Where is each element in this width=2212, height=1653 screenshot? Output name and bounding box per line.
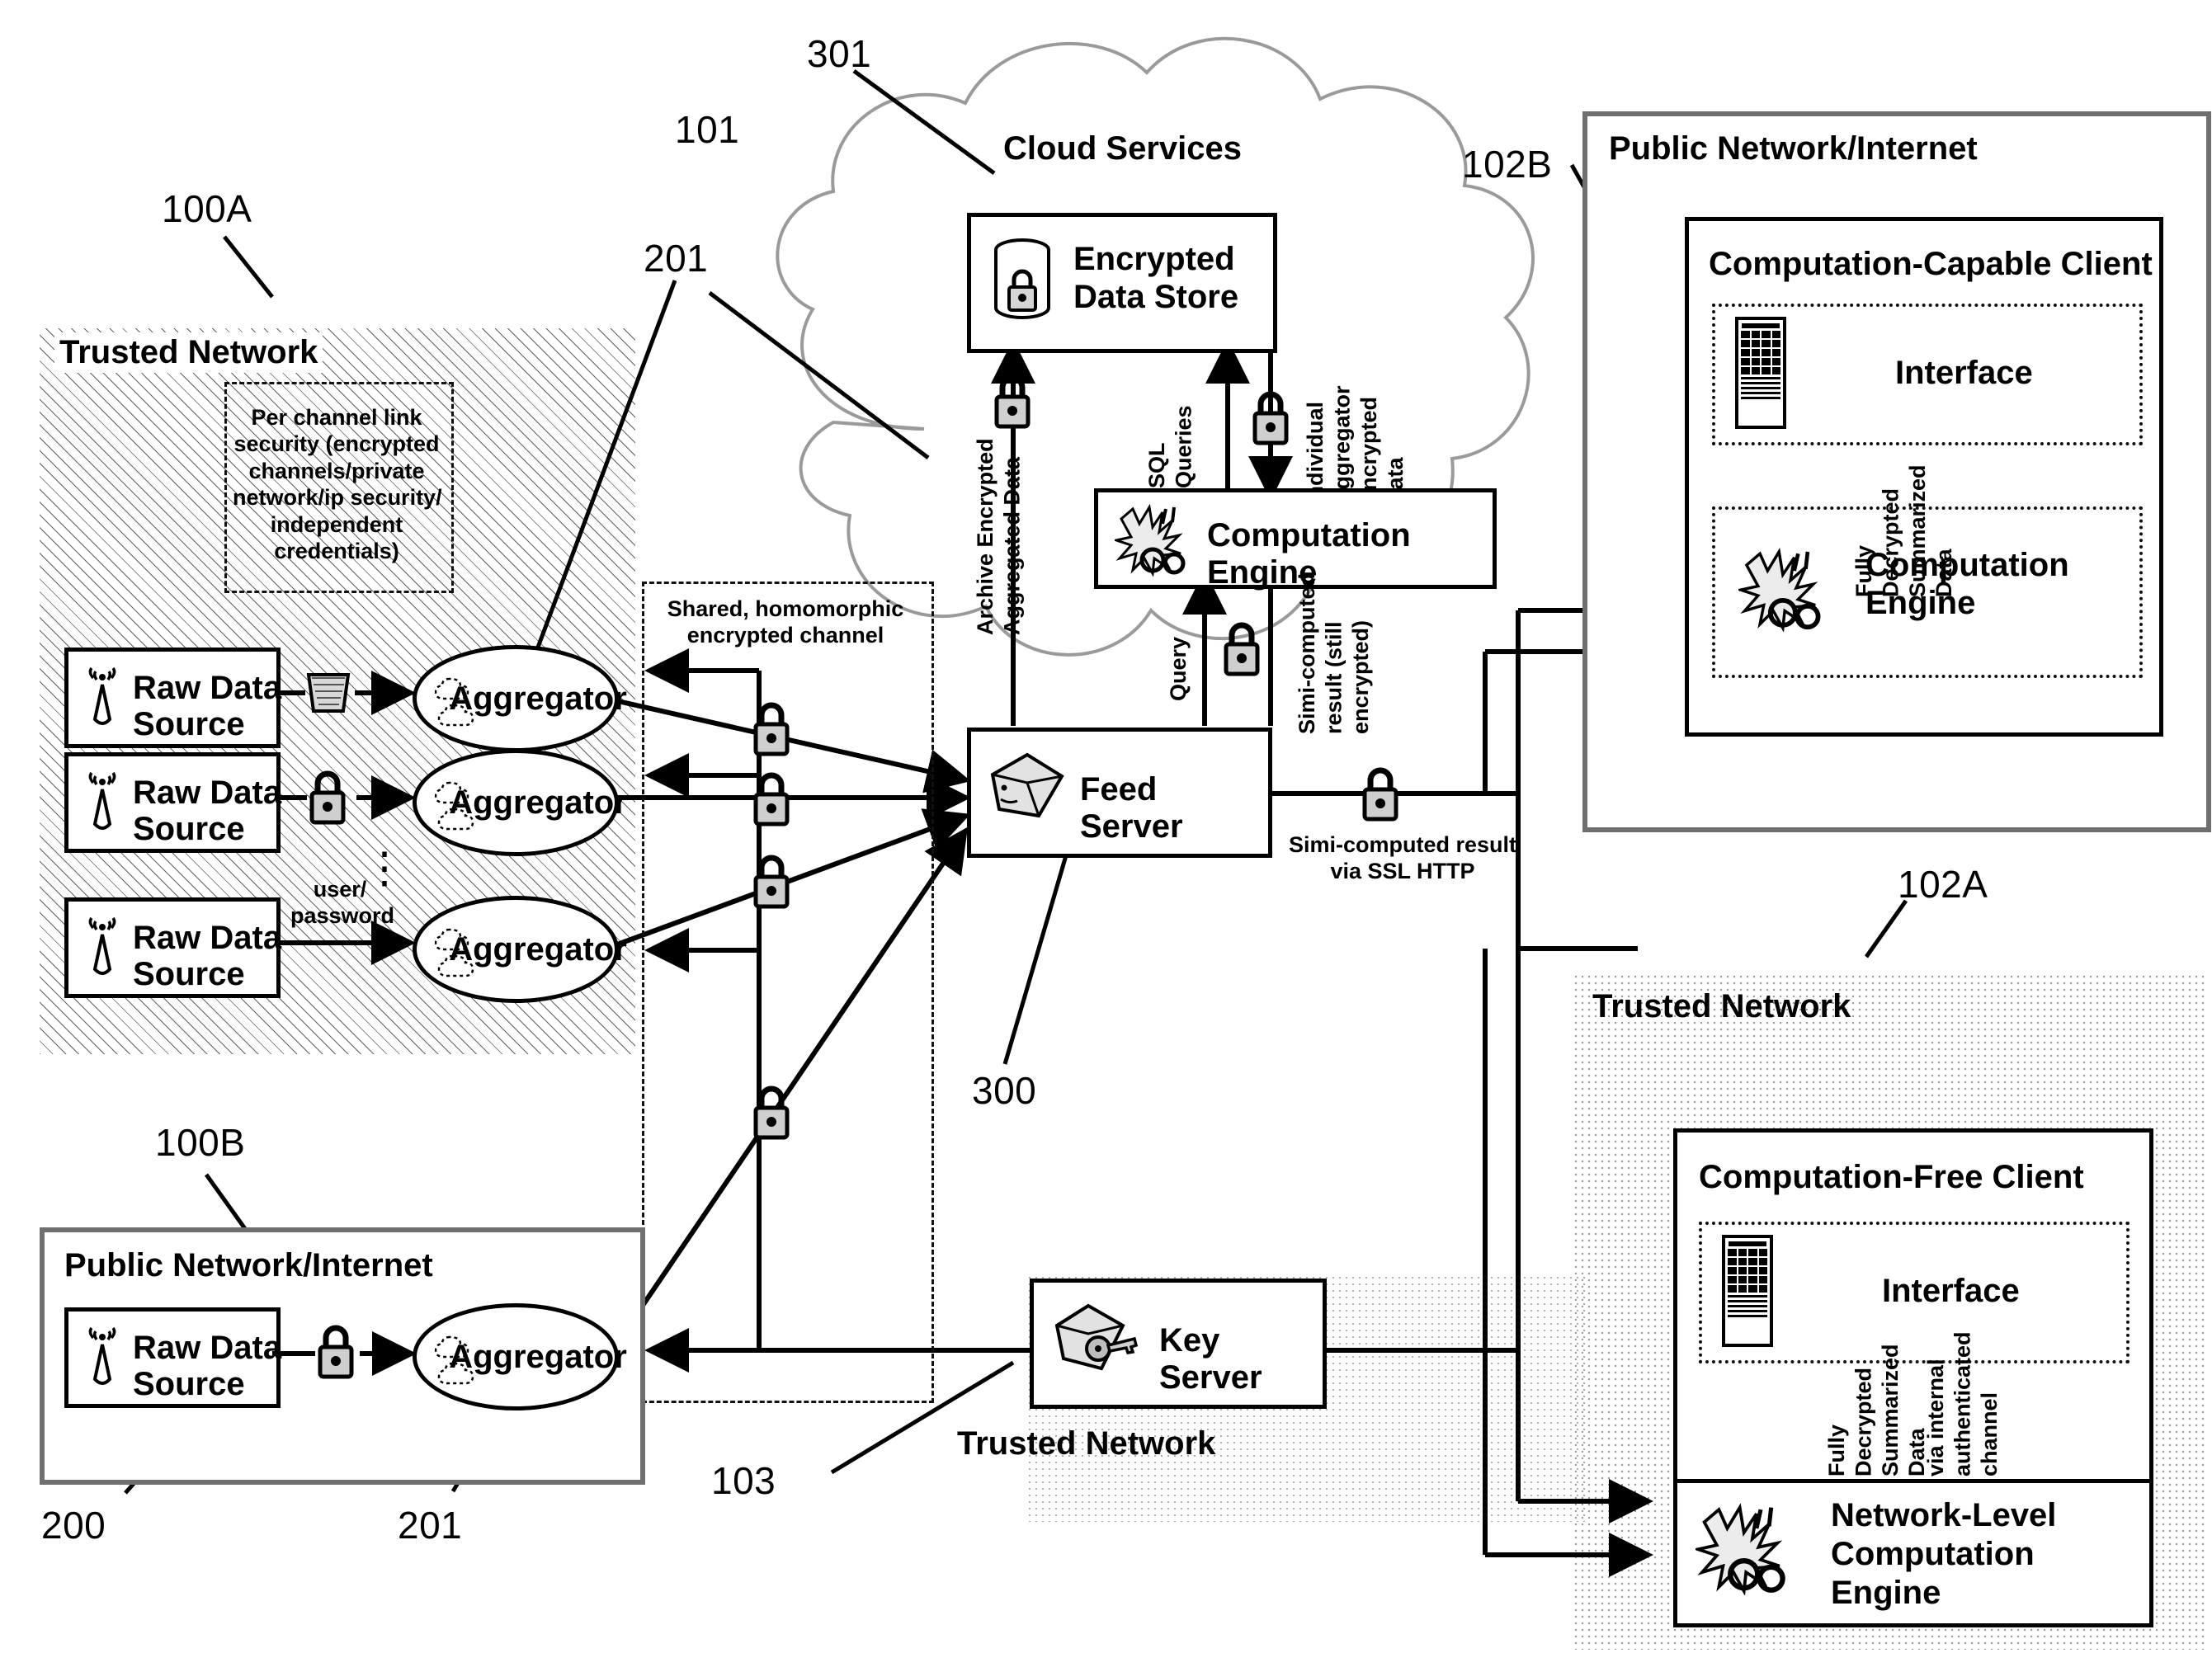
computation-free-client-title: Computation-Free Client	[1699, 1159, 2084, 1195]
mobile-device-icon	[1735, 317, 1786, 429]
ref-102B: 102B	[1462, 143, 1553, 186]
sql-queries-label: SQL Queries	[1144, 405, 1196, 488]
shared-homomorphic-channel-label: Shared, homomorphic encrypted channel	[667, 596, 904, 648]
ref-201-top: 201	[644, 237, 709, 280]
computation-free-interface-label: Interface	[1882, 1273, 2020, 1309]
cloud-cluster-icon	[434, 773, 489, 838]
ref-300: 300	[972, 1069, 1037, 1112]
encrypted-data-store[interactable]: Encrypted Data Store	[967, 213, 1277, 353]
computation-capable-interface-label: Interface	[1895, 355, 2033, 391]
raw-data-source-3-label: Raw Data Source	[133, 920, 282, 992]
computation-capable-engine-label: Computation Engine	[1865, 547, 2069, 621]
trusted-network-right-title: Trusted Network	[1592, 988, 1851, 1024]
ref-200: 200	[41, 1504, 106, 1547]
query-label: Query	[1166, 636, 1191, 701]
key-server[interactable]: Key Server	[1030, 1279, 1327, 1409]
raw-data-source-1-label: Raw Data Source	[133, 670, 282, 742]
fully-decrypted-summarized-data-label-102a: Fully Decrypted Summarized Data	[1824, 1344, 1930, 1476]
via-internal-authenticated-channel-label: via internal authenticated channel	[1923, 1331, 2002, 1476]
individual-aggregator-encrypted-data-label: Individual Aggregator Encrypted Data	[1303, 385, 1408, 506]
semi-computed-result-label: Simi-computed result (still encrypted)	[1295, 572, 1373, 734]
tower-icon	[80, 1326, 125, 1389]
feed-server-label: Feed Server	[1080, 771, 1183, 845]
raw-data-source-1[interactable]: Raw Data Source	[64, 648, 281, 748]
computation-capable-client[interactable]: Computation-Capable Client Interface Ful…	[1685, 217, 2163, 737]
raw-data-source-4[interactable]: Raw Data Source	[64, 1307, 281, 1408]
gears-computation-icon	[1111, 502, 1192, 581]
ref-101: 101	[675, 108, 740, 151]
shield-icon	[304, 670, 353, 720]
padlock-icon	[315, 1320, 356, 1387]
tower-icon	[80, 771, 125, 834]
computation-capable-client-title: Computation-Capable Client	[1709, 246, 2153, 282]
padlock-icon	[992, 370, 1033, 436]
aggregator-3[interactable]: Aggregator	[413, 896, 627, 1003]
raw-data-source-3[interactable]: Raw Data Source	[64, 897, 281, 998]
padlock-icon	[751, 1081, 792, 1147]
trusted-network-left-title: Trusted Network	[54, 332, 323, 373]
feed-server[interactable]: Feed Server	[967, 728, 1272, 858]
database-lock-icon	[989, 237, 1055, 328]
ref-100A: 100A	[162, 187, 252, 230]
encrypted-data-store-label: Encrypted Data Store	[1073, 241, 1239, 315]
network-level-computation-engine[interactable]: Network-Level Computation Engine	[1673, 1479, 2153, 1627]
user-password-label: user/ password	[290, 877, 395, 929]
tower-icon	[80, 916, 125, 979]
computation-capable-client-engine[interactable]: Computation Engine	[1712, 506, 2143, 678]
cloud-cluster-icon	[434, 1327, 489, 1392]
per-channel-link-text: Per channel link security (encrypted cha…	[233, 405, 442, 563]
aggregator-4[interactable]: Aggregator	[413, 1303, 627, 1410]
ref-100B: 100B	[155, 1121, 246, 1164]
public-network-bottom-left-title: Public Network/Internet	[64, 1247, 433, 1283]
padlock-icon	[1221, 617, 1262, 684]
raw-data-source-2-label: Raw Data Source	[133, 775, 282, 847]
ref-301: 301	[807, 32, 872, 75]
archive-encrypted-aggregated-data-label: Archive Encrypted Aggregated Data	[973, 438, 1025, 635]
cloud-computation-engine-label: Computation Engine	[1207, 517, 1411, 591]
tower-icon	[80, 666, 125, 729]
cloud-cluster-icon	[434, 669, 489, 734]
padlock-icon	[307, 765, 348, 832]
padlock-icon	[751, 697, 792, 764]
key-server-network-title: Trusted Network	[957, 1425, 1216, 1462]
aggregator-2[interactable]: Aggregator	[413, 749, 627, 856]
aggregator-1[interactable]: Aggregator	[413, 645, 627, 752]
key-server-icon	[1052, 1301, 1143, 1384]
mobile-device-icon	[1722, 1235, 1773, 1347]
gears-computation-icon	[1691, 1501, 1795, 1599]
raw-data-source-4-label: Raw Data Source	[133, 1330, 282, 1402]
gears-computation-icon	[1735, 546, 1829, 636]
cloud-services-title: Cloud Services	[1003, 130, 1243, 167]
server-cube-icon	[988, 750, 1067, 831]
cloud-cluster-icon	[434, 920, 489, 985]
ref-102A: 102A	[1898, 863, 1988, 906]
patent-figure: 100A 101 301 201 102B 102A 100B 200 201 …	[0, 0, 2212, 1653]
padlock-icon	[751, 850, 792, 916]
padlock-icon	[1250, 386, 1291, 453]
public-network-right-title: Public Network/Internet	[1609, 130, 1978, 167]
key-server-label: Key Server	[1159, 1322, 1262, 1396]
semi-computed-result-ssl-label: Simi-computed result via SSL HTTP	[1288, 832, 1517, 884]
ref-103: 103	[711, 1459, 776, 1502]
padlock-icon	[751, 767, 792, 834]
computation-capable-client-interface[interactable]: Interface	[1712, 304, 2143, 445]
network-level-computation-engine-label: Network-Level Computation Engine	[1831, 1497, 2057, 1612]
ref-201-bottom: 201	[398, 1504, 463, 1547]
raw-data-source-2[interactable]: Raw Data Source	[64, 752, 281, 853]
padlock-icon	[1360, 762, 1401, 829]
